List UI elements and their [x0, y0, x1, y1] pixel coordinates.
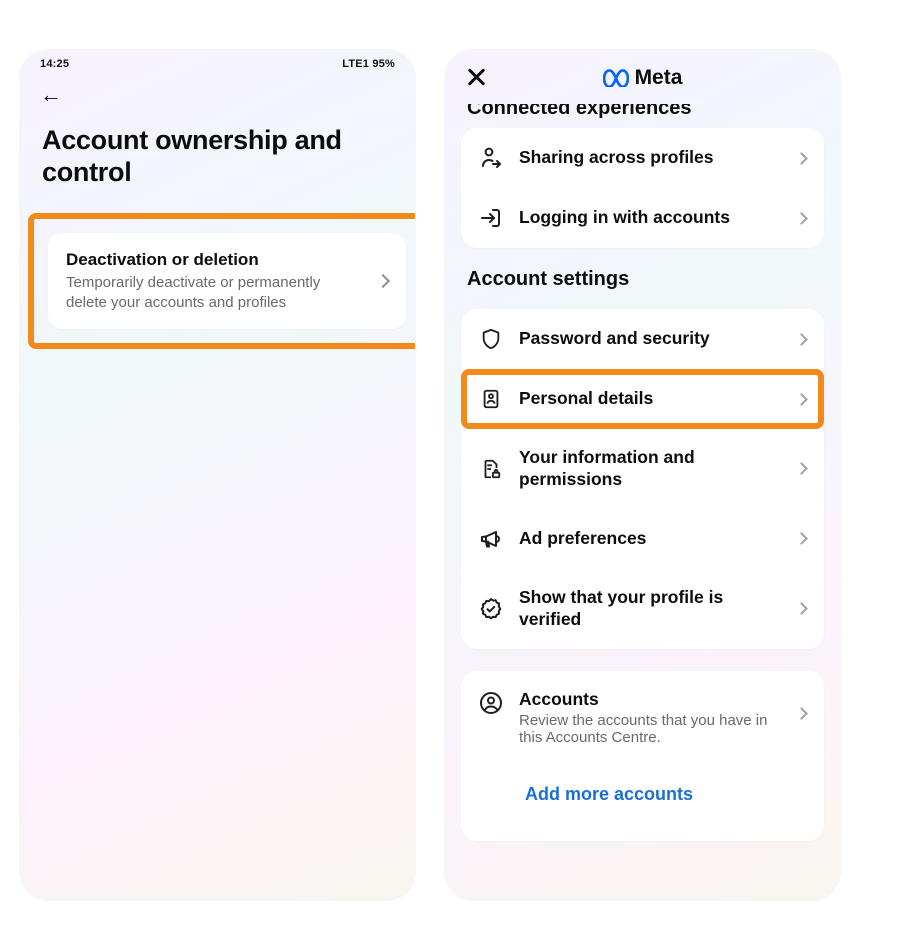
- logging-in-accounts-row[interactable]: Logging in with accounts: [461, 188, 824, 248]
- meta-brand-text: Meta: [635, 66, 683, 90]
- deactivation-deletion-row[interactable]: Deactivation or deletion Temporarily dea…: [66, 249, 388, 314]
- accounts-row[interactable]: Accounts Review the accounts that you ha…: [461, 671, 824, 765]
- shield-icon: [479, 327, 503, 351]
- phone-screen-right: Meta Connected experiences Sharing acros…: [445, 50, 840, 900]
- password-security-row[interactable]: Password and security: [461, 309, 824, 369]
- chevron-right-icon: [376, 274, 390, 288]
- sharing-across-profiles-row[interactable]: Sharing across profiles: [461, 128, 824, 188]
- chevron-right-icon: [795, 532, 808, 545]
- section-connected-experiences: Connected experiences: [445, 104, 840, 120]
- chevron-right-icon: [795, 463, 808, 476]
- close-icon[interactable]: [463, 64, 489, 90]
- phone-screen-left: 14:25 LTE1 95% ← Account ownership and c…: [20, 50, 415, 900]
- deactivation-subtitle: Temporarily deactivate or permanently de…: [66, 273, 364, 314]
- chevron-right-icon: [795, 212, 808, 225]
- page-title: Account ownership and control: [20, 114, 415, 207]
- top-bar: Meta: [445, 50, 840, 106]
- accounts-title: Accounts: [519, 689, 781, 711]
- status-time: 14:25: [40, 58, 69, 70]
- row-label: Logging in with accounts: [519, 207, 781, 229]
- accounts-card: Accounts Review the accounts that you ha…: [461, 671, 824, 842]
- chevron-right-icon: [795, 707, 808, 720]
- back-arrow-icon[interactable]: ←: [40, 82, 62, 108]
- row-label: Ad preferences: [519, 528, 781, 550]
- status-bar: 14:25 LTE1 95%: [20, 50, 415, 74]
- row-label: Password and security: [519, 328, 781, 350]
- chevron-right-icon: [795, 393, 808, 406]
- connected-experiences-card: Sharing across profiles Logging in with …: [461, 128, 824, 248]
- person-share-icon: [479, 146, 503, 170]
- row-label: Personal details: [519, 388, 781, 410]
- row-label: Your information and permissions: [519, 447, 781, 491]
- row-label: Show that your profile is verified: [519, 587, 781, 631]
- add-more-accounts-link[interactable]: Add more accounts: [519, 768, 699, 823]
- section-account-settings: Account settings: [445, 248, 840, 301]
- meta-infinity-icon: [603, 69, 629, 87]
- verified-profile-row[interactable]: Show that your profile is verified: [461, 569, 824, 649]
- meta-logo: Meta: [603, 66, 683, 90]
- megaphone-icon: [479, 527, 503, 551]
- status-indicators: LTE1 95%: [342, 58, 395, 70]
- deactivation-title: Deactivation or deletion: [66, 249, 364, 271]
- accounts-subtitle: Review the accounts that you have in thi…: [519, 712, 781, 746]
- row-label: Sharing across profiles: [519, 147, 781, 169]
- person-circle-icon: [479, 691, 503, 715]
- ad-preferences-row[interactable]: Ad preferences: [461, 509, 824, 569]
- account-settings-card: Password and security Personal details: [461, 309, 824, 649]
- chevron-right-icon: [795, 333, 808, 346]
- chevron-right-icon: [795, 152, 808, 165]
- login-icon: [479, 206, 503, 230]
- highlight-deactivation: Deactivation or deletion Temporarily dea…: [28, 213, 415, 350]
- information-permissions-row[interactable]: Your information and permissions: [461, 429, 824, 509]
- personal-details-row[interactable]: Personal details: [461, 369, 824, 429]
- file-lock-icon: [479, 457, 503, 481]
- chevron-right-icon: [795, 602, 808, 615]
- verified-badge-icon: [479, 597, 503, 621]
- id-card-icon: [479, 387, 503, 411]
